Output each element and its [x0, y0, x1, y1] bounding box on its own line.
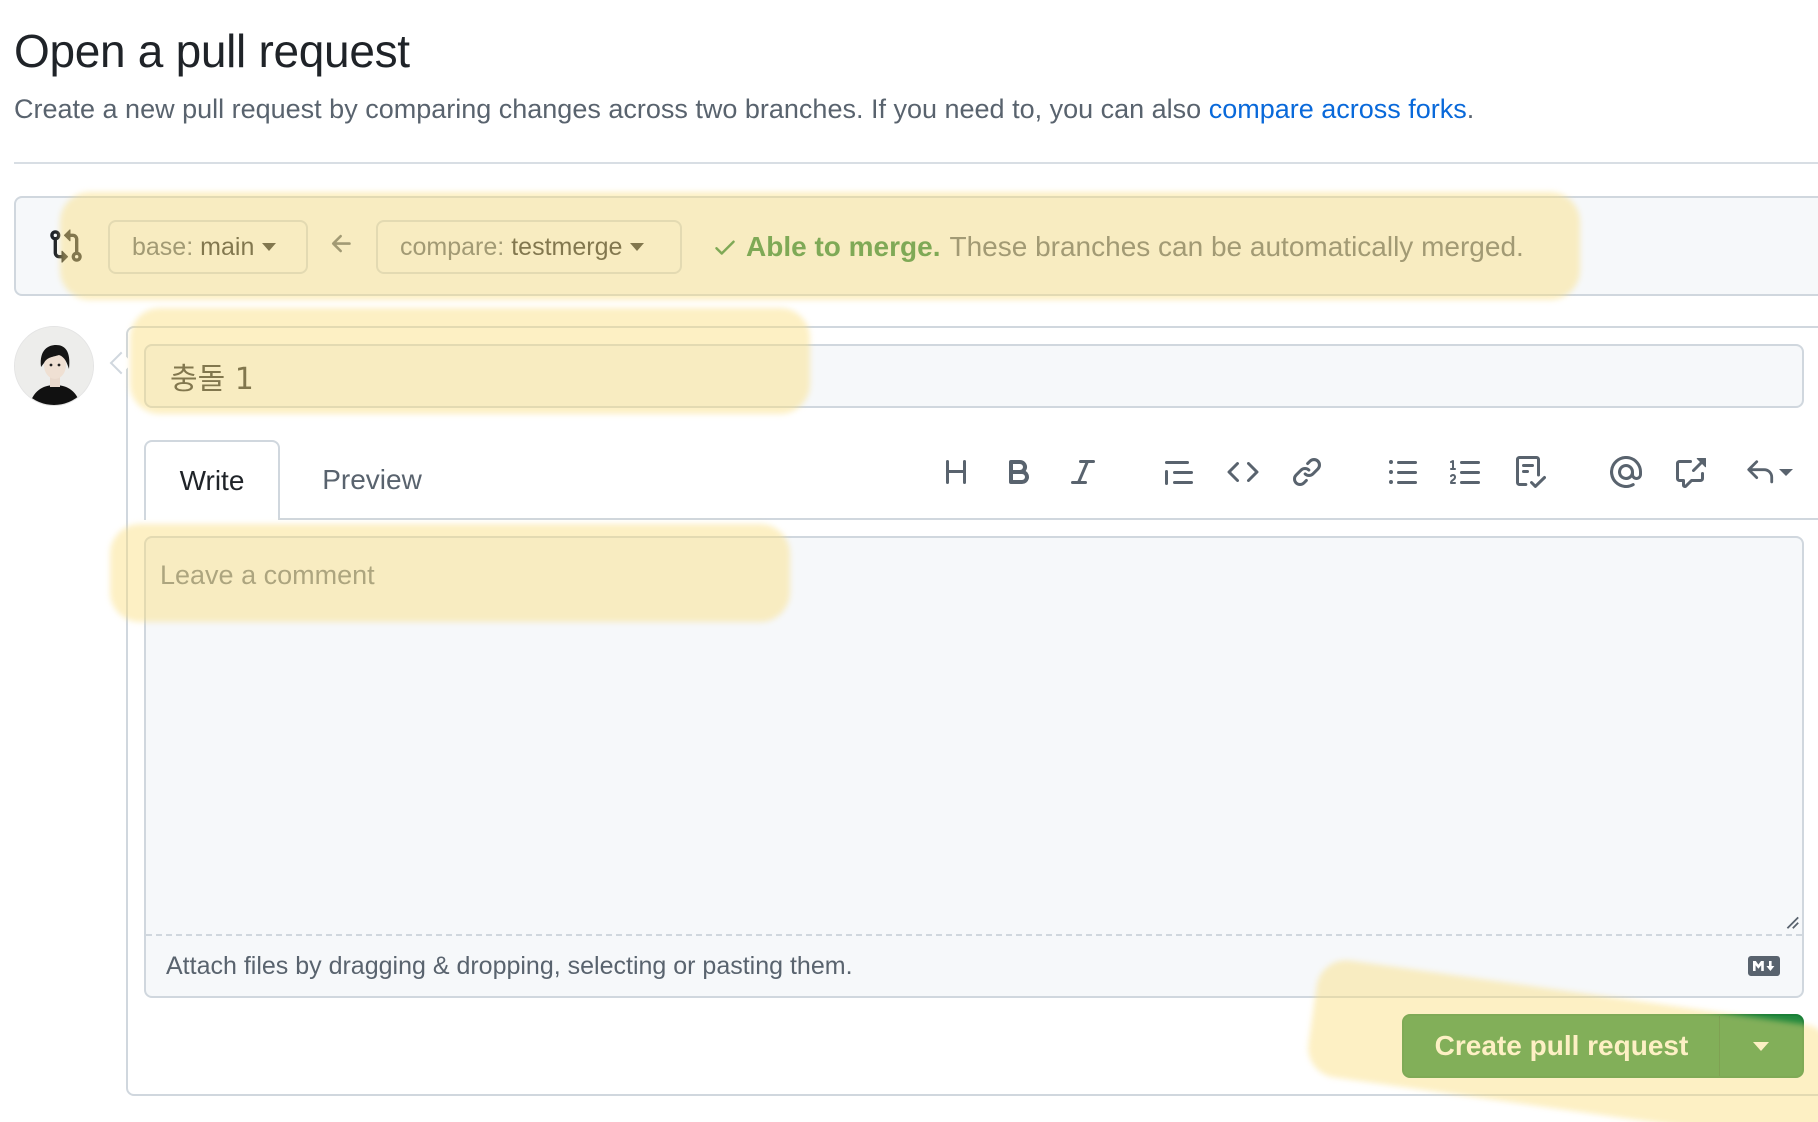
link-icon[interactable] [1287, 452, 1327, 492]
attach-divider [146, 934, 1802, 936]
subtitle-text: Create a new pull request by comparing c… [14, 94, 1209, 124]
task-list-icon[interactable] [1510, 452, 1550, 492]
tab-preview[interactable]: Preview [290, 440, 454, 520]
range-editor: base: main compare: testmerge Able to merg… [14, 196, 1818, 296]
chevron-down-icon [1779, 468, 1793, 476]
compare-branch-select[interactable]: compare: testmerge [376, 220, 682, 274]
title-input[interactable]: 충돌 1 [144, 344, 1804, 408]
page-subtitle: Create a new pull request by comparing c… [14, 94, 1474, 125]
merge-status-message: These branches can be automatically merg… [949, 231, 1524, 262]
create-pull-request-button-group: Create pull request [1402, 1014, 1804, 1078]
compare-branch-name: testmerge [511, 232, 623, 261]
user-avatar-image [15, 327, 93, 405]
base-branch-select[interactable]: base: main [108, 220, 308, 274]
page-title: Open a pull request [14, 25, 410, 77]
italic-icon[interactable] [1063, 452, 1103, 492]
subtitle-end: . [1466, 94, 1475, 124]
chevron-down-icon [262, 243, 277, 251]
create-pull-request-button[interactable]: Create pull request [1404, 1016, 1720, 1076]
comment-placeholder: Leave a comment [160, 560, 375, 590]
comment-textarea[interactable] [144, 536, 1804, 998]
heading-icon[interactable] [936, 452, 976, 492]
header-divider [14, 162, 1818, 164]
merge-status: Able to merge. These branches can be aut… [712, 231, 1524, 263]
ordered-list-icon[interactable] [1446, 452, 1486, 492]
reply-icon[interactable] [1740, 452, 1798, 492]
quote-icon[interactable] [1159, 452, 1199, 492]
create-options-dropdown[interactable] [1720, 1016, 1802, 1076]
chevron-down-icon [630, 243, 645, 251]
tab-write[interactable]: Write [144, 440, 280, 520]
resize-handle-icon[interactable] [1782, 912, 1800, 930]
tabs-divider [144, 518, 1818, 520]
compare-across-forks-link[interactable]: compare across forks [1209, 94, 1467, 124]
avatar[interactable] [14, 326, 94, 406]
compare-prefix: compare: [400, 232, 505, 261]
cross-reference-icon[interactable] [1670, 452, 1710, 492]
mention-icon[interactable] [1606, 452, 1646, 492]
merge-status-label: Able to merge. [746, 231, 941, 262]
markdown-icon[interactable] [1748, 955, 1780, 977]
unordered-list-icon[interactable] [1383, 452, 1423, 492]
arrow-left-icon [331, 234, 351, 253]
check-icon [715, 240, 735, 255]
base-prefix: base: [132, 232, 194, 261]
base-branch-name: main [200, 232, 255, 261]
attach-files-hint[interactable]: Attach files by dragging & dropping, sel… [166, 952, 853, 981]
code-icon[interactable] [1223, 452, 1263, 492]
git-compare-icon [50, 229, 82, 263]
chevron-down-icon [1753, 1041, 1769, 1051]
bold-icon[interactable] [999, 452, 1039, 492]
